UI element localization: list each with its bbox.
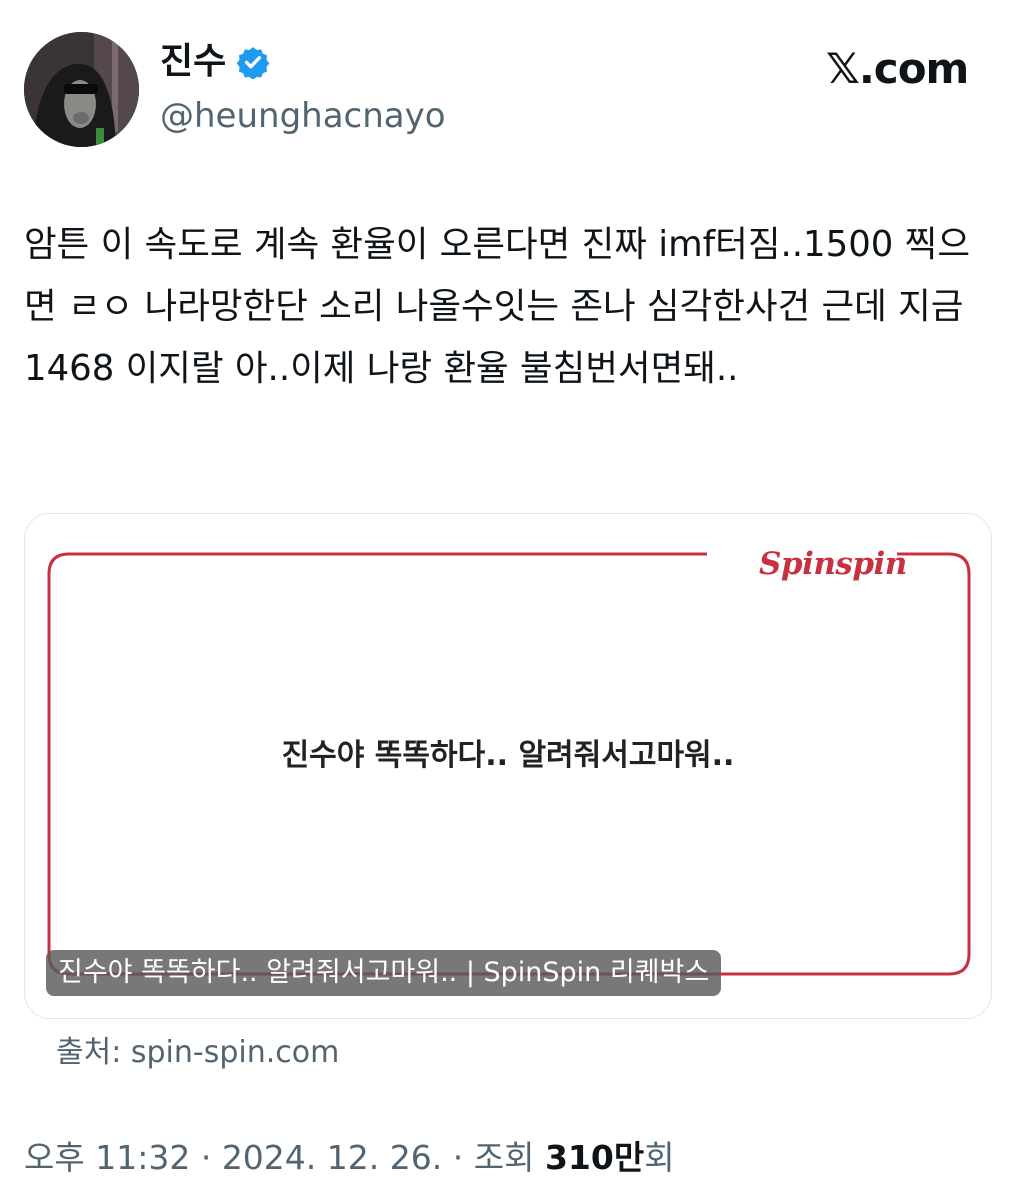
avatar-image xyxy=(24,32,139,147)
tweet-date[interactable]: 2024. 12. 26. xyxy=(222,1138,442,1177)
spinspin-logo: Spinspin xyxy=(759,546,907,582)
views-count: 310만 xyxy=(544,1138,645,1177)
card-message: 진수야 똑똑하다.. 알려줘서고마워.. xyxy=(281,738,735,773)
meta-separator: · xyxy=(200,1138,212,1177)
tweet-text: 암튼 이 속도로 계속 환율이 오른다면 진짜 imf터짐..1500 찍으면 … xyxy=(24,224,970,389)
views-label: 조회 xyxy=(473,1138,535,1177)
avatar[interactable] xyxy=(24,32,139,147)
display-name[interactable]: 진수 xyxy=(160,40,226,84)
x-logo[interactable]: 𝕏.com xyxy=(826,44,969,94)
views-suffix: 회 xyxy=(644,1138,675,1177)
tweet-time[interactable]: 오후 11:32 xyxy=(24,1138,190,1177)
author-name-row: 진수 xyxy=(160,40,270,84)
verified-badge-icon xyxy=(236,47,270,79)
link-preview-card[interactable]: Spinspin 진수야 똑똑하다.. 알려줘서고마워.. 진수야 똑똑하다..… xyxy=(24,513,992,1019)
user-handle[interactable]: @heunghacnayo xyxy=(160,94,446,138)
meta-separator: · xyxy=(452,1138,464,1177)
tweet-meta: 오후 11:32 · 2024. 12. 26. · 조회 310만회 xyxy=(24,1135,675,1181)
card-source-link[interactable]: 출처: spin-spin.com xyxy=(56,1031,339,1075)
card-caption: 진수야 똑똑하다.. 알려줘서고마워.. | SpinSpin 리퀘박스 xyxy=(46,950,722,996)
